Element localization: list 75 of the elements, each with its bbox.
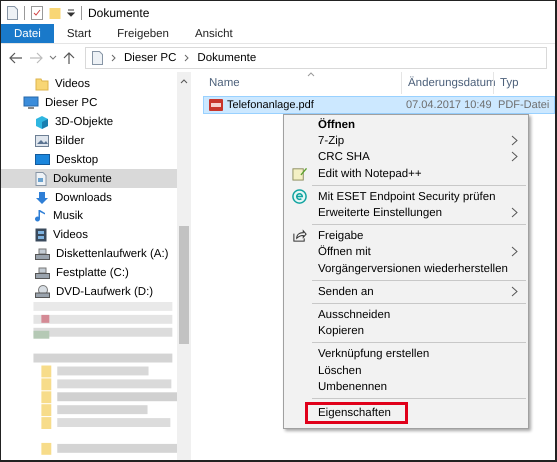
chevron-right-icon: [511, 135, 518, 146]
table-cell-text: 07.04.2017 10:49: [405, 99, 493, 111]
folder-icon: [35, 77, 49, 92]
file-name: Telefonanlage.pdf: [227, 99, 314, 111]
back-icon[interactable]: [9, 52, 23, 64]
menu-item[interactable]: Mit ESET Endpoint Security prüfen: [286, 188, 526, 205]
sidebar-item[interactable]: Festplatte (C:): [1, 264, 177, 282]
menu-item[interactable]: Öffnen: [286, 117, 526, 134]
drive-icon: [35, 248, 50, 260]
sort-caret-icon: [307, 72, 315, 77]
sidebar-item[interactable]: Dokumente: [1, 169, 177, 188]
menu-item[interactable]: Löschen: [286, 362, 526, 379]
breadcrumb[interactable]: Dokumente: [197, 52, 256, 64]
menu-item[interactable]: Öffnen mit: [286, 244, 526, 260]
chevron-right-icon: [511, 246, 518, 258]
document-icon: [35, 172, 47, 186]
ribbon-tab[interactable]: Start: [54, 24, 104, 43]
pdf-file-icon: [209, 99, 223, 111]
document-icon: [7, 6, 18, 20]
file-row[interactable]: Telefonanlage.pdf 07.04.2017 10:49 PDF-Datei: [203, 96, 555, 114]
scroll-thumb[interactable]: [179, 226, 189, 344]
menu-item[interactable]: Vorgängerversionen wiederherstellen: [286, 260, 526, 277]
menu-item[interactable]: CRC SHA: [286, 149, 526, 166]
circle-e-icon: [292, 188, 307, 204]
sidebar-item[interactable]: Videos: [1, 226, 177, 245]
computer-icon: [23, 96, 39, 110]
column-header[interactable]: Typ: [493, 72, 553, 94]
chevron-right-icon: [511, 151, 518, 162]
address-bar[interactable]: Dieser PC Dokumente: [85, 47, 547, 69]
chevron-right-icon: [111, 54, 116, 62]
download-icon: [35, 190, 49, 205]
menu-item[interactable]: Ausschneiden: [286, 306, 526, 324]
ribbon-tab[interactable]: Ansicht: [182, 24, 246, 43]
up-arrow-icon[interactable]: [63, 51, 75, 65]
music-note-icon: [35, 209, 47, 224]
sidebar-item[interactable]: Bilder: [1, 132, 177, 150]
sidebar-item[interactable]: Dieser PC: [1, 94, 177, 113]
window-title: Dokumente: [88, 6, 150, 20]
cube-icon: [35, 115, 49, 130]
properties-icon[interactable]: [31, 6, 43, 20]
sidebar-item[interactable]: Downloads: [1, 188, 177, 208]
notepad-icon: [292, 166, 307, 181]
sidebar-item[interactable]: Diskettenlaufwerk (A:): [1, 244, 177, 264]
share-icon: [292, 228, 307, 244]
dropdown-icon[interactable]: [67, 8, 75, 16]
table-cell-text: PDF-Datei: [497, 99, 550, 111]
ribbon-tab[interactable]: Freigeben: [104, 24, 182, 43]
sidebar-item[interactable]: Desktop: [1, 150, 177, 170]
menu-item[interactable]: Eigenschaften: [305, 402, 408, 424]
menu-item[interactable]: Senden an: [286, 284, 526, 300]
menu-item[interactable]: Edit with Notepad++: [286, 166, 526, 182]
disc-drive-icon: [35, 285, 50, 298]
breadcrumb[interactable]: Dieser PC: [124, 52, 176, 64]
film-icon: [35, 228, 47, 242]
picture-icon: [35, 135, 49, 147]
document-icon: [92, 51, 103, 65]
menu-item[interactable]: Kopieren: [286, 323, 526, 340]
sidebar-item[interactable]: 3D-Objekte: [1, 112, 177, 132]
column-header[interactable]: Änderungsdatum: [401, 72, 493, 94]
menu-item[interactable]: Erweiterte Einstellungen: [286, 204, 526, 222]
sidebar-item[interactable]: DVD-Laufwerk (D:): [1, 282, 177, 302]
chevron-right-icon: [511, 286, 518, 297]
column-header[interactable]: Name: [203, 72, 401, 94]
menu-item[interactable]: Freigabe: [286, 228, 526, 244]
chevron-down-icon[interactable]: [49, 55, 57, 61]
chevron-right-icon: [184, 54, 190, 62]
sidebar-item[interactable]: Videos: [1, 75, 177, 94]
chevron-right-icon: [511, 206, 518, 218]
menu-item[interactable]: Verknüpfung erstellen: [286, 346, 526, 362]
chevron-up-icon[interactable]: [180, 78, 188, 84]
menu-item[interactable]: 7-Zip: [286, 133, 526, 150]
drive-icon: [35, 267, 50, 280]
menu-item[interactable]: Umbenennen: [286, 378, 526, 395]
sidebar-item[interactable]: Musik: [1, 207, 177, 226]
monitor-icon: [35, 154, 50, 166]
